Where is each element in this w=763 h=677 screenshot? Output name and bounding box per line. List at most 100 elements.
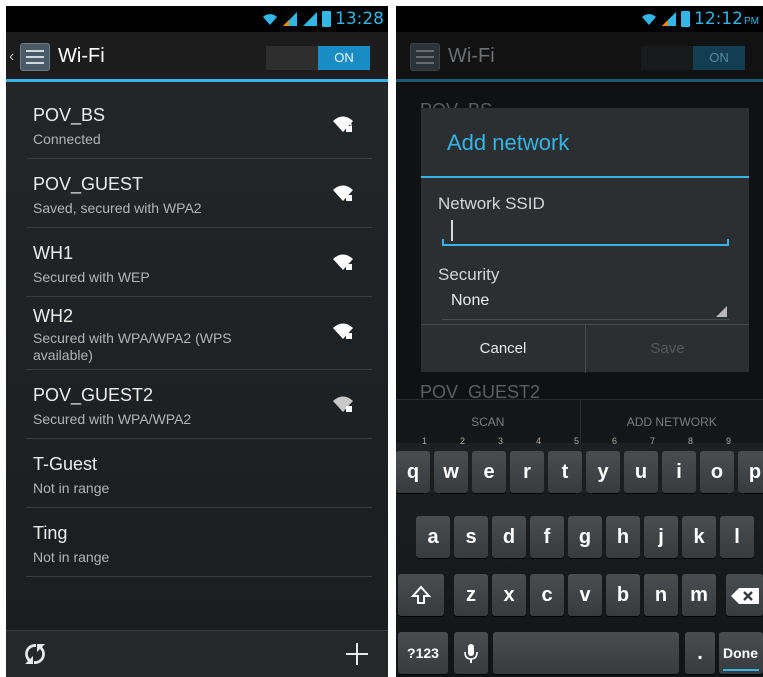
- key-z[interactable]: z: [454, 574, 488, 616]
- network-status: Connected: [33, 131, 101, 147]
- network-item-wh1[interactable]: WH1 Secured with WEP: [26, 228, 372, 297]
- space-key[interactable]: [493, 632, 679, 674]
- key-m[interactable]: m: [682, 574, 716, 616]
- key-u[interactable]: u7: [624, 437, 658, 493]
- key-l[interactable]: l: [720, 516, 754, 558]
- network-name: POV_GUEST2: [33, 385, 154, 405]
- done-key-underline: [723, 669, 759, 671]
- wifi-lock-icon: [333, 396, 353, 412]
- soft-keyboard: q1 w2 e3 r4 t5 y6 u7 i8 o9 p0 a s d f g …: [396, 437, 763, 677]
- ssid-label: Network SSID: [438, 194, 545, 213]
- wifi-lock-icon: [333, 185, 353, 201]
- network-name: POV_BS: [33, 105, 106, 125]
- wifi-toggle: ON: [641, 46, 745, 70]
- microphone-icon: [464, 643, 478, 663]
- network-status: Secured with WPA/WPA2 (WPS available): [33, 330, 232, 363]
- settings-app-icon: [410, 43, 440, 71]
- network-item-t-guest[interactable]: T-Guest Not in range: [26, 439, 372, 508]
- key-d[interactable]: d: [492, 516, 526, 558]
- wifi-status-icon: [642, 14, 656, 25]
- wifi-lock-icon: [333, 323, 353, 339]
- key-period[interactable]: .: [685, 632, 715, 674]
- network-status: Not in range: [33, 480, 110, 496]
- wifi-status-icon: [263, 14, 277, 25]
- key-p[interactable]: p0: [738, 451, 763, 493]
- key-n[interactable]: n: [644, 574, 678, 616]
- status-bar: 13:28: [6, 6, 388, 32]
- key-c[interactable]: c: [530, 574, 564, 616]
- action-bar: ‹ Wi-Fi ON: [6, 32, 388, 82]
- key-q[interactable]: q1: [396, 437, 430, 493]
- key-w[interactable]: w2: [434, 437, 468, 493]
- key-e[interactable]: e3: [472, 437, 506, 493]
- status-bar: 12:12PM: [396, 6, 763, 32]
- key-r[interactable]: r4: [510, 437, 544, 493]
- wifi-lock-icon: [333, 116, 353, 132]
- text-cursor: [451, 220, 453, 241]
- add-network-button: ADD NETWORK: [579, 400, 763, 444]
- status-ampm: PM: [744, 16, 759, 27]
- action-bar: Wi-Fi ON: [396, 32, 763, 82]
- network-name: Ting: [33, 523, 68, 543]
- key-s[interactable]: s: [454, 516, 488, 558]
- shift-key[interactable]: [398, 574, 444, 616]
- battery-icon: [322, 11, 331, 27]
- key-i[interactable]: i8: [662, 437, 696, 493]
- page-title: Wi-Fi: [58, 45, 105, 67]
- network-item-pov-guest[interactable]: POV_GUEST Saved, secured with WPA2: [26, 159, 372, 228]
- network-name: T-Guest: [33, 454, 98, 474]
- settings-app-icon[interactable]: [20, 43, 50, 71]
- wifi-lock-icon: [333, 254, 353, 270]
- voice-input-key[interactable]: [454, 632, 488, 674]
- network-name: POV_GUEST: [33, 174, 144, 194]
- network-ssid-input[interactable]: [442, 216, 729, 246]
- key-j[interactable]: j: [644, 516, 678, 558]
- back-caret-icon[interactable]: ‹: [9, 48, 14, 66]
- toggle-on-label: ON: [318, 46, 370, 70]
- wifi-settings-screen: 13:28 ‹ Wi-Fi ON POV_BS Connected POV_GU…: [6, 6, 388, 677]
- page-title: Wi-Fi: [448, 45, 495, 67]
- network-status: Not in range: [33, 549, 110, 565]
- key-t[interactable]: t5: [548, 437, 582, 493]
- security-value: None: [451, 292, 490, 309]
- network-item-pov-guest2[interactable]: POV_GUEST2 Secured with WPA/WPA2: [26, 370, 372, 439]
- key-k[interactable]: k: [682, 516, 716, 558]
- network-name: WH2: [33, 306, 73, 326]
- signal-strength-icon: [283, 12, 297, 26]
- status-time: 12:12: [694, 9, 743, 29]
- add-network-screen: 12:12PM Wi-Fi ON POV_BS POV_GUEST2 SCAN …: [396, 6, 763, 677]
- key-h[interactable]: h: [606, 516, 640, 558]
- key-v[interactable]: v: [568, 574, 602, 616]
- cancel-button[interactable]: Cancel: [421, 325, 585, 373]
- bottom-action-bar: [6, 630, 388, 677]
- add-icon[interactable]: [344, 641, 370, 667]
- key-x[interactable]: x: [492, 574, 526, 616]
- key-o[interactable]: o9: [700, 437, 734, 493]
- symbols-key[interactable]: ?123: [398, 632, 448, 674]
- key-a[interactable]: a: [416, 516, 450, 558]
- bottom-action-bar-dimmed: SCAN ADD NETWORK: [396, 399, 763, 444]
- add-network-dialog: Add network Network SSID Security None C…: [421, 108, 749, 373]
- network-item-wh2[interactable]: WH2 Secured with WPA/WPA2 (WPS available…: [26, 297, 372, 370]
- shift-icon: [410, 585, 432, 604]
- signal-strength-2-icon: [303, 12, 317, 26]
- key-y[interactable]: y6: [586, 437, 620, 493]
- battery-icon: [681, 11, 690, 27]
- security-label: Security: [438, 265, 500, 284]
- dialog-buttons: Cancel Save: [421, 324, 749, 373]
- done-key[interactable]: Done: [719, 632, 763, 674]
- save-button[interactable]: Save: [585, 325, 749, 373]
- security-dropdown[interactable]: None: [442, 286, 729, 320]
- signal-strength-icon: [662, 12, 676, 26]
- toggle-on-label: ON: [693, 46, 745, 70]
- key-f[interactable]: f: [530, 516, 564, 558]
- network-status: Secured with WEP: [33, 269, 150, 285]
- network-item-ting[interactable]: Ting Not in range: [26, 508, 372, 577]
- wifi-toggle[interactable]: ON: [266, 46, 370, 70]
- backspace-key[interactable]: [726, 574, 763, 616]
- refresh-icon[interactable]: [22, 641, 48, 667]
- key-b[interactable]: b: [606, 574, 640, 616]
- key-g[interactable]: g: [568, 516, 602, 558]
- network-item-pov-bs[interactable]: POV_BS Connected: [26, 90, 372, 159]
- network-status: Secured with WPA/WPA2: [33, 411, 192, 427]
